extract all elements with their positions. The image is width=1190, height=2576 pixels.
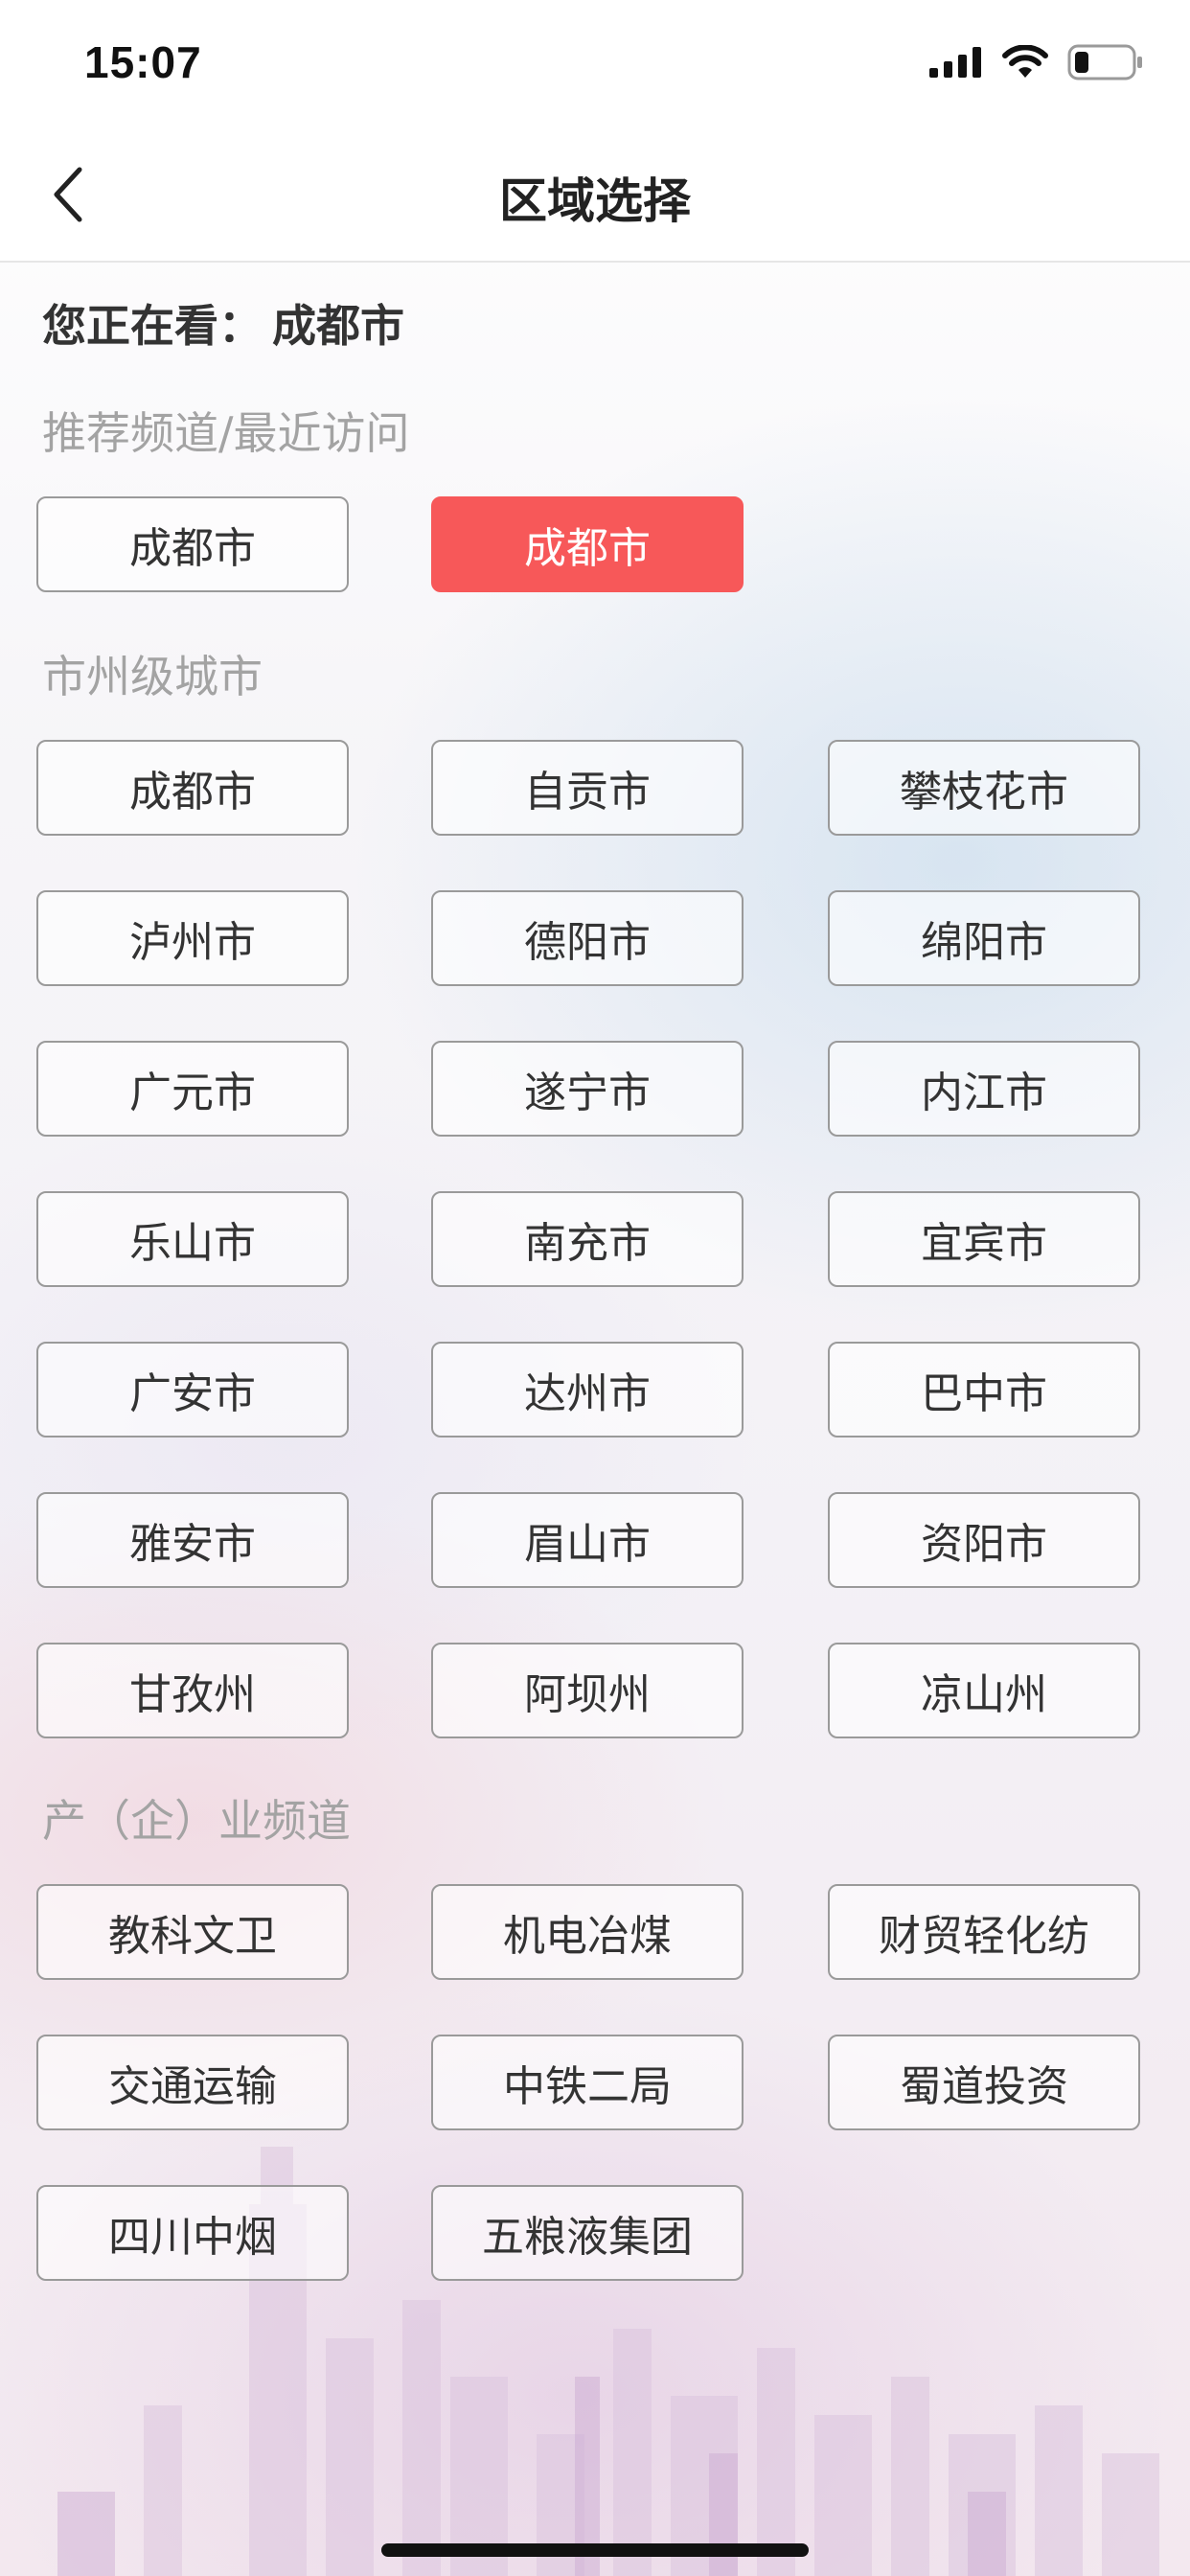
city-button[interactable]: 甘孜州: [36, 1643, 349, 1738]
battery-icon: [1067, 44, 1142, 80]
city-button[interactable]: 乐山市: [36, 1191, 349, 1287]
city-button[interactable]: 宜宾市: [828, 1191, 1140, 1287]
industry-button[interactable]: 教科文卫: [36, 1884, 349, 1980]
city-button[interactable]: 达州市: [431, 1342, 744, 1438]
city-button[interactable]: 遂宁市: [431, 1041, 744, 1137]
city-button[interactable]: 眉山市: [431, 1492, 744, 1588]
section-title-cities: 市州级城市: [42, 651, 263, 702]
industry-button[interactable]: 机电冶煤: [431, 1884, 744, 1980]
page-title: 区域选择: [499, 173, 691, 229]
current-city-indicator: 您正在看： 成都市: [42, 291, 404, 355]
city-button[interactable]: 资阳市: [828, 1492, 1140, 1588]
city-button[interactable]: 广元市: [36, 1041, 349, 1137]
industry-button[interactable]: 蜀道投资: [828, 2035, 1140, 2130]
industry-button[interactable]: 四川中烟: [36, 2185, 349, 2281]
city-button[interactable]: 南充市: [431, 1191, 744, 1287]
status-time: 15:07: [84, 37, 202, 87]
city-skyline-illustration: [57, 2147, 1159, 2576]
home-indicator[interactable]: [381, 2543, 809, 2557]
current-city-name: 成都市: [272, 300, 404, 352]
city-button[interactable]: 巴中市: [828, 1342, 1140, 1438]
city-button[interactable]: 德阳市: [431, 890, 744, 986]
industry-button[interactable]: 中铁二局: [431, 2035, 744, 2130]
city-button[interactable]: 自贡市: [431, 740, 744, 836]
city-button[interactable]: 攀枝花市: [828, 740, 1140, 836]
section-title-recommend: 推荐频道/最近访问: [42, 407, 410, 459]
industry-button[interactable]: 交通运输: [36, 2035, 349, 2130]
city-button[interactable]: 绵阳市: [828, 890, 1140, 986]
status-bar: 15:07: [0, 0, 1190, 126]
industry-button[interactable]: 财贸轻化纺: [828, 1884, 1140, 1980]
status-icons: [929, 44, 1144, 80]
section-title-industry: 产（企）业频道: [42, 1795, 351, 1847]
recommend-item[interactable]: 成都市: [36, 496, 349, 592]
navigation-bar: 区域选择: [0, 126, 1190, 263]
signal-icon: [929, 47, 981, 78]
city-button[interactable]: 泸州市: [36, 890, 349, 986]
city-button[interactable]: 内江市: [828, 1041, 1140, 1137]
city-button[interactable]: 凉山州: [828, 1643, 1140, 1738]
city-button[interactable]: 雅安市: [36, 1492, 349, 1588]
city-button[interactable]: 成都市: [36, 740, 349, 836]
industry-button[interactable]: 五粮液集团: [431, 2185, 744, 2281]
current-city-label: 您正在看：: [42, 300, 263, 352]
wifi-icon: [1002, 45, 1048, 78]
city-button[interactable]: 广安市: [36, 1342, 349, 1438]
city-button[interactable]: 阿坝州: [431, 1643, 744, 1738]
recommend-item-active[interactable]: 成都市: [431, 496, 744, 592]
